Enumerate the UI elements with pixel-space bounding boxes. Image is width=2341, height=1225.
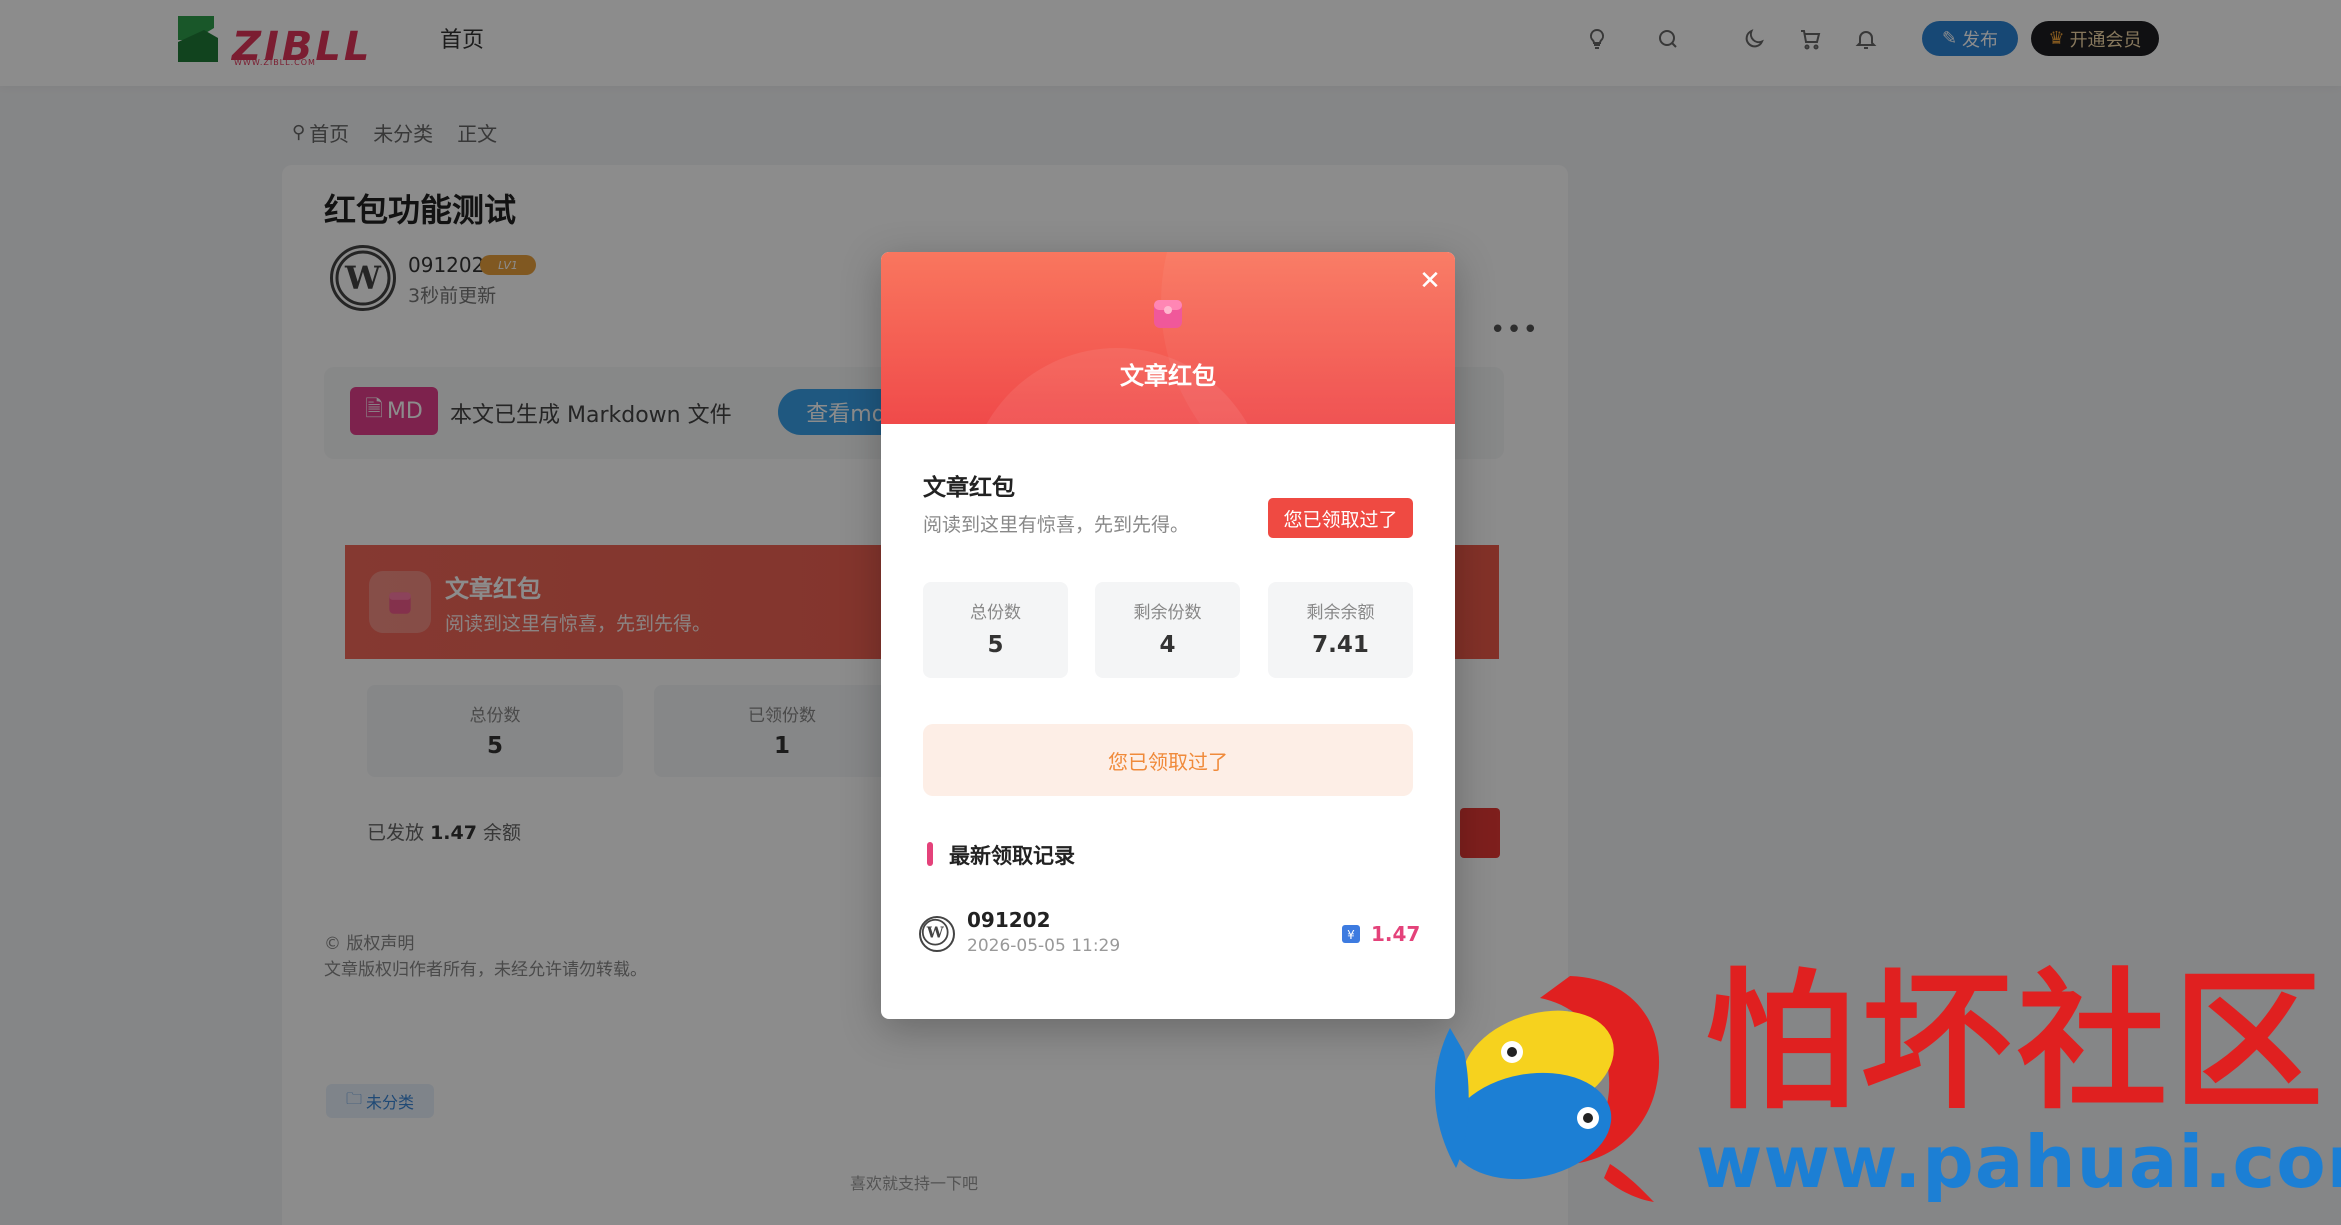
modal-stat-remaining: 剩余份数 4 xyxy=(1095,582,1240,678)
redpacket-modal: 文章红包 ✕ 文章红包 阅读到这里有惊喜，先到先得。 您已领取过了 总份数 5 … xyxy=(881,252,1455,1019)
section-accent-bar xyxy=(927,842,933,866)
modal-header-title: 文章红包 xyxy=(1120,362,1216,390)
redpacket-icon xyxy=(1154,300,1182,328)
modal-subtitle: 阅读到这里有惊喜，先到先得。 xyxy=(923,514,1190,536)
modal-stat-balance: 剩余余额 7.41 xyxy=(1268,582,1413,678)
records-title: 最新领取记录 xyxy=(949,844,1075,868)
modal-stat-balance-value: 7.41 xyxy=(1312,632,1369,658)
record-username[interactable]: 091202 xyxy=(967,908,1051,932)
modal-stat-remaining-value: 4 xyxy=(1159,632,1176,658)
record-avatar[interactable]: W xyxy=(919,916,955,952)
watermark-name: 怕坏社区 xyxy=(1705,954,2330,1130)
watermark-fish-logo xyxy=(1434,976,1660,1202)
status-badge: 您已领取过了 xyxy=(1268,498,1413,538)
wordpress-icon: W xyxy=(921,918,949,946)
modal-stat-total: 总份数 5 xyxy=(923,582,1068,678)
modal-stat-balance-label: 剩余余额 xyxy=(1306,603,1375,623)
modal-stat-remaining-label: 剩余份数 xyxy=(1133,603,1202,623)
modal-title: 文章红包 xyxy=(923,475,1015,501)
yuan-coin-icon: ¥ xyxy=(1342,925,1360,943)
svg-text:¥: ¥ xyxy=(1347,928,1355,942)
close-icon[interactable]: ✕ xyxy=(1415,266,1445,296)
modal-stat-total-value: 5 xyxy=(987,632,1004,658)
record-amount: 1.47 xyxy=(1371,922,1421,946)
svg-text:W: W xyxy=(926,924,945,942)
claimed-button[interactable]: 您已领取过了 xyxy=(923,724,1413,796)
watermark-url: www.pahuai.com xyxy=(1696,1120,2341,1204)
modal-header: 文章红包 ✕ xyxy=(881,252,1455,424)
modal-stat-total-label: 总份数 xyxy=(970,603,1021,623)
record-time: 2026-05-05 11:29 xyxy=(967,936,1121,956)
